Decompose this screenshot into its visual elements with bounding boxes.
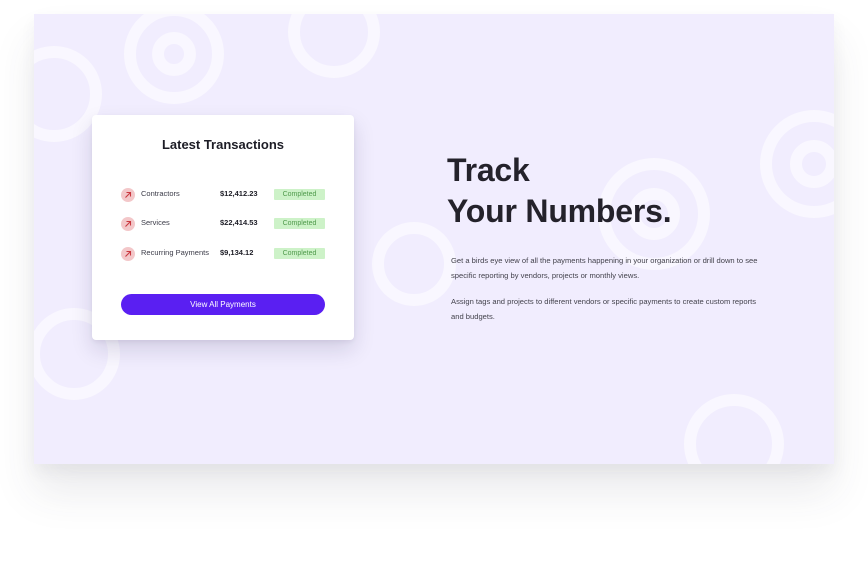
latest-transactions-card: Latest Transactions Contractors $12,412.… (92, 115, 354, 340)
transaction-label: Services (141, 218, 170, 227)
view-all-payments-button[interactable]: View All Payments (121, 294, 325, 315)
arrow-up-right-icon (121, 217, 135, 231)
transaction-amount: $22,414.53 (220, 218, 258, 227)
transaction-amount: $12,412.23 (220, 189, 258, 198)
status-badge: Completed (274, 218, 325, 229)
description-paragraph-1: Get a birds eye view of all the payments… (451, 256, 758, 280)
transaction-row[interactable]: Services $22,414.53 Completed (121, 216, 327, 232)
transaction-label: Recurring Payments (141, 248, 209, 257)
status-badge: Completed (274, 189, 325, 200)
arrow-up-right-icon (121, 247, 135, 261)
headline-line-1: Track (447, 152, 530, 188)
transaction-label: Contractors (141, 189, 180, 198)
headline-line-2: Your Numbers. (447, 193, 672, 229)
transaction-amount: $9,134.12 (220, 248, 254, 257)
feature-section: Latest Transactions Contractors $12,412.… (34, 14, 834, 464)
transaction-row[interactable]: Recurring Payments $9,134.12 Completed (121, 246, 327, 262)
page-title: Track Your Numbers. (447, 150, 672, 232)
card-title: Latest Transactions (161, 137, 285, 152)
description-paragraph-2: Assign tags and projects to different ve… (451, 297, 757, 321)
arrow-up-right-icon (121, 188, 135, 202)
status-badge: Completed (274, 248, 325, 259)
transaction-row[interactable]: Contractors $12,412.23 Completed (121, 187, 327, 203)
